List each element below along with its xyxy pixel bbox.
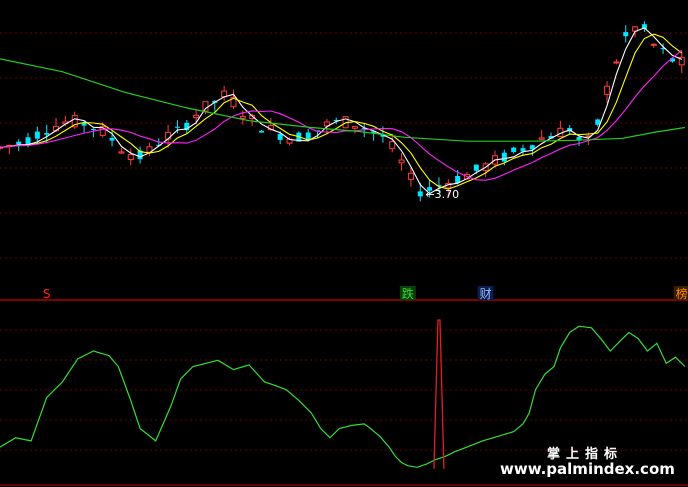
- chart-background: [0, 0, 688, 487]
- candle-down-body: [623, 32, 629, 37]
- candle-down-body: [277, 133, 283, 140]
- candle-up-body: [604, 85, 611, 95]
- stock-chart: ←3.70S 跌财榜 掌上指标 www.palmindex.com: [0, 0, 688, 487]
- candle-up-body: [650, 43, 657, 46]
- candle-down-body: [305, 132, 311, 140]
- candle-up-body: [407, 172, 414, 180]
- candle-up-body: [193, 114, 200, 119]
- candle-up-body: [127, 154, 134, 161]
- event-label: 跌: [402, 286, 414, 301]
- event-label: 榜: [676, 286, 688, 301]
- low-price-marker: ←3.70: [425, 188, 459, 201]
- candle-down-body: [473, 164, 479, 171]
- candle-down-body: [109, 137, 115, 141]
- candle-up-body: [351, 126, 358, 129]
- candle-down-body: [259, 130, 265, 133]
- candle-down-body: [90, 128, 96, 130]
- watermark-url: www.palmindex.com: [500, 460, 675, 478]
- candle-up-body: [202, 101, 209, 112]
- candle-down-body: [595, 119, 601, 125]
- candle-up-body: [613, 61, 620, 64]
- candle-down-body: [174, 126, 180, 128]
- candle-down-body: [520, 148, 526, 152]
- candle-up-body: [239, 116, 246, 119]
- candle-up-body: [389, 141, 396, 150]
- candle-up-body: [398, 159, 405, 164]
- candle-down-body: [511, 147, 517, 153]
- candle-down-body: [417, 191, 423, 197]
- candle-up-body: [118, 151, 125, 154]
- candle-down-body: [34, 131, 40, 139]
- event-label: S: [43, 287, 51, 301]
- event-label: 财: [480, 287, 492, 301]
- candle-down-body: [44, 132, 50, 135]
- candle-down-body: [16, 141, 22, 145]
- candle-down-body: [501, 152, 507, 162]
- candle-up-body: [538, 137, 545, 140]
